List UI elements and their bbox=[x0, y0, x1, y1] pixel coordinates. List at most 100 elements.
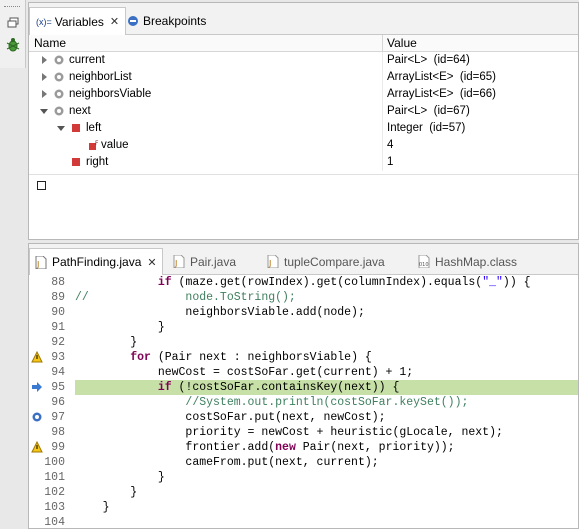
variable-row[interactable]: neighborList ArrayList<E> (id=65) bbox=[29, 69, 578, 86]
variable-name: neighborsViable bbox=[69, 88, 152, 100]
variable-value: Pair<L> (id=64) bbox=[387, 54, 470, 66]
detail-text bbox=[37, 181, 46, 190]
variable-row[interactable]: left Integer (id=57) bbox=[29, 120, 578, 137]
java-file-icon: J bbox=[35, 255, 47, 269]
code-text: for (Pair next : neighborsViable) { bbox=[130, 351, 372, 364]
tab-pathfinding-java[interactable]: J PathFinding.java ✕ bbox=[29, 248, 163, 275]
code-line[interactable]: 101 } bbox=[29, 470, 578, 485]
variable-name: current bbox=[69, 54, 105, 66]
code-line[interactable]: 88 if (maze.get(rowIndex).get(columnInde… bbox=[29, 275, 578, 290]
code-text: if (maze.get(rowIndex).get(columnIndex).… bbox=[157, 276, 531, 289]
code-text: if (!costSoFar.containsKey(next)) { bbox=[157, 381, 400, 394]
code-editor[interactable]: 88 if (maze.get(rowIndex).get(columnInde… bbox=[29, 275, 578, 529]
collapse-icon[interactable] bbox=[39, 106, 49, 116]
code-text: priority = newCost + heuristic(gLocale, … bbox=[75, 426, 503, 439]
code-text: neighborsViable.add(node); bbox=[75, 306, 365, 319]
code-line[interactable]: 102 } bbox=[29, 485, 578, 500]
variable-name: value bbox=[101, 139, 129, 151]
code-text: } bbox=[75, 321, 165, 334]
field-private-icon bbox=[71, 123, 81, 133]
debug-bug-icon[interactable] bbox=[4, 36, 22, 54]
java-file-icon: J bbox=[267, 254, 279, 269]
variable-local-icon bbox=[54, 72, 64, 82]
tab-hashmap-class[interactable]: 010 HashMap.class bbox=[413, 248, 522, 275]
instruction-pointer-icon[interactable] bbox=[31, 381, 43, 393]
line-number: 92 bbox=[51, 336, 65, 349]
variable-row[interactable]: right 1 bbox=[29, 154, 578, 171]
code-text: //System.out.println(costSoFar.keySet())… bbox=[185, 396, 469, 409]
svg-text:J: J bbox=[268, 259, 271, 268]
variable-value: 4 bbox=[387, 139, 394, 151]
code-line[interactable]: 91 } bbox=[29, 320, 578, 335]
code-line[interactable]: 96 //System.out.println(costSoFar.keySet… bbox=[29, 395, 578, 410]
code-line[interactable]: 104 bbox=[29, 515, 578, 529]
variable-row[interactable]: next Pair<L> (id=67) bbox=[29, 103, 578, 120]
variables-table-header: Name Value bbox=[29, 35, 578, 52]
restore-icon[interactable] bbox=[4, 14, 22, 32]
code-text: } bbox=[75, 501, 110, 514]
svg-text:J: J bbox=[174, 259, 177, 268]
close-icon[interactable]: ✕ bbox=[147, 256, 156, 269]
svg-text:F: F bbox=[95, 140, 99, 147]
variable-value: Integer (id=57) bbox=[387, 122, 466, 134]
variable-name: right bbox=[86, 156, 109, 168]
tab-pair-java[interactable]: J Pair.java bbox=[168, 248, 241, 275]
code-line[interactable]: 92 } bbox=[29, 335, 578, 350]
line-number: 89 bbox=[51, 291, 65, 304]
code-line[interactable]: 94 newCost = costSoFar.get(current) + 1; bbox=[29, 365, 578, 380]
tab-tuplecompare-java[interactable]: J tupleCompare.java bbox=[262, 248, 390, 275]
line-number: 96 bbox=[51, 396, 65, 409]
side-toolbar bbox=[0, 0, 26, 68]
code-line[interactable]: 103 } bbox=[29, 500, 578, 515]
warning-icon[interactable] bbox=[31, 350, 43, 363]
line-number: 102 bbox=[44, 486, 65, 499]
variable-detail-pane[interactable] bbox=[29, 174, 578, 241]
code-line[interactable]: 89 // node.ToString(); bbox=[29, 290, 578, 305]
code-line[interactable]: 93 for (Pair next : neighborsViable) { bbox=[29, 350, 578, 365]
warning-icon[interactable] bbox=[31, 440, 43, 453]
tab-label: Breakpoints bbox=[143, 14, 207, 28]
variables-tabbar: (x)= Variables ✕ Breakpoints bbox=[29, 3, 578, 35]
column-value[interactable]: Value bbox=[387, 36, 417, 50]
collapse-icon[interactable] bbox=[56, 123, 66, 133]
close-icon[interactable]: ✕ bbox=[110, 15, 119, 28]
variable-row[interactable]: current Pair<L> (id=64) bbox=[29, 52, 578, 69]
toolbar-grip[interactable] bbox=[4, 6, 20, 9]
java-file-icon: J bbox=[173, 254, 185, 269]
tab-variables[interactable]: (x)= Variables ✕ bbox=[29, 7, 127, 35]
tab-breakpoints[interactable]: Breakpoints bbox=[122, 7, 212, 35]
variable-value: 1 bbox=[387, 156, 394, 168]
variable-value: ArrayList<E> (id=65) bbox=[387, 71, 496, 83]
column-separator[interactable] bbox=[382, 35, 383, 52]
variable-value: ArrayList<E> (id=66) bbox=[387, 88, 496, 100]
variables-panel: (x)= Variables ✕ Breakpoints Name Value … bbox=[28, 2, 579, 240]
code-line[interactable]: 97 costSoFar.put(next, newCost); bbox=[29, 410, 578, 425]
code-line[interactable]: 98 priority = newCost + heuristic(gLocal… bbox=[29, 425, 578, 440]
code-line[interactable]: 100 cameFrom.put(next, current); bbox=[29, 455, 578, 470]
variable-name: left bbox=[86, 122, 102, 134]
column-name[interactable]: Name bbox=[34, 36, 66, 50]
expand-icon[interactable] bbox=[39, 72, 49, 82]
tab-label: Variables bbox=[54, 14, 104, 29]
line-number: 100 bbox=[44, 456, 65, 469]
expand-icon[interactable] bbox=[39, 89, 49, 99]
code-line[interactable]: 95 if (!costSoFar.containsKey(next)) { bbox=[29, 380, 578, 395]
code-text: } bbox=[75, 336, 138, 349]
editor-tabbar: J PathFinding.java ✕ J Pair.java J tuple… bbox=[29, 244, 578, 275]
line-number: 101 bbox=[44, 471, 65, 484]
code-text: cameFrom.put(next, current); bbox=[75, 456, 379, 469]
code-line[interactable]: 99 frontier.add(new Pair(next, priority)… bbox=[29, 440, 578, 455]
class-file-icon: 010 bbox=[418, 254, 430, 269]
code-text: costSoFar.put(next, newCost); bbox=[75, 411, 386, 424]
variable-row[interactable]: neighborsViable ArrayList<E> (id=66) bbox=[29, 86, 578, 103]
breakpoint-icon[interactable] bbox=[31, 411, 43, 423]
variable-name: next bbox=[69, 105, 91, 117]
code-line[interactable]: 90 neighborsViable.add(node); bbox=[29, 305, 578, 320]
variable-row[interactable]: F value 4 bbox=[29, 137, 578, 154]
variable-local-icon bbox=[54, 106, 64, 116]
field-final-private-icon: F bbox=[88, 140, 99, 150]
line-number: 88 bbox=[51, 276, 65, 289]
expand-icon[interactable] bbox=[39, 55, 49, 65]
tab-label: PathFinding.java bbox=[52, 255, 142, 269]
variable-local-icon bbox=[54, 89, 64, 99]
